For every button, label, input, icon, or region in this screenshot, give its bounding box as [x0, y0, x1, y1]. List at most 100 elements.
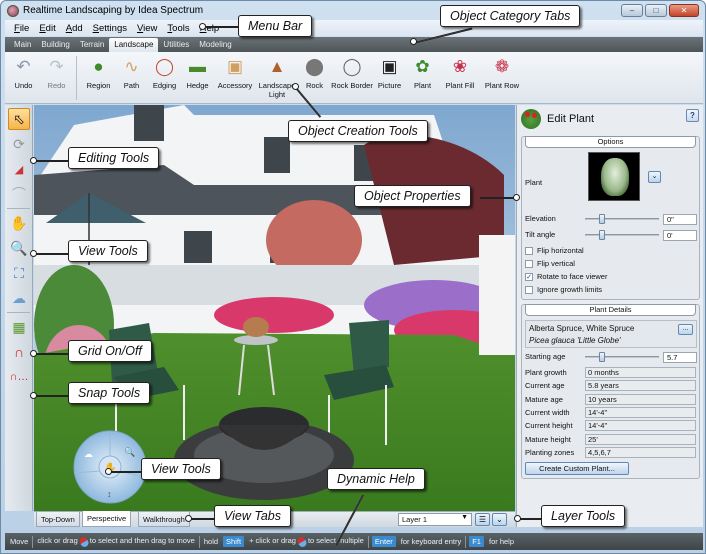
starting-age-input[interactable]: 5.7 — [663, 352, 697, 363]
callout-anchor — [105, 468, 112, 475]
layer-options-button[interactable]: ⌄ — [492, 513, 507, 526]
callout-object-creation-tools: Object Creation Tools — [288, 120, 428, 142]
tool-rock-border-button[interactable]: ◯ Rock Border — [331, 52, 373, 99]
tool-rock-button[interactable]: ⬤ Rock — [298, 52, 331, 99]
checkbox-box[interactable] — [525, 285, 533, 294]
close-button[interactable]: ✕ — [669, 4, 699, 17]
menu-view[interactable]: View — [132, 23, 162, 34]
redo-button[interactable]: ↷ Redo — [40, 52, 73, 90]
tab-main[interactable]: Main — [9, 38, 36, 52]
tool-hedge-button[interactable]: ▬ Hedge — [181, 52, 214, 99]
menu-tools[interactable]: Tools — [162, 23, 194, 34]
resize-tool-button[interactable]: ◢ — [8, 158, 30, 180]
tool-path-button[interactable]: ∿ Path — [115, 52, 148, 99]
status-mode: Move — [10, 537, 29, 546]
zoom-tool-button[interactable]: 🔍 — [8, 237, 30, 259]
pan-tool-button[interactable]: ✋ — [8, 212, 30, 234]
starting-age-slider[interactable] — [585, 352, 659, 362]
tab-modeling[interactable]: Modeling — [194, 38, 236, 52]
snap-toggle-button[interactable]: ∩ — [8, 341, 30, 363]
window-title: Realtime Landscaping by Idea Spectrum — [23, 5, 204, 16]
help-button[interactable]: ? — [686, 109, 699, 122]
undo-button[interactable]: ↶ Undo — [7, 52, 40, 90]
checkbox-ignore-growth-limits[interactable]: Ignore growth limits — [525, 285, 602, 294]
menu-edit[interactable]: Edit — [34, 23, 60, 34]
elevation-slider[interactable] — [585, 214, 659, 224]
callout-leader — [34, 160, 70, 162]
resize-icon: ◢ — [14, 163, 24, 176]
grid-toggle-button[interactable]: ▦ — [8, 316, 30, 338]
browse-plant-button[interactable]: ... — [678, 324, 693, 335]
tool-label: Hedge — [186, 81, 209, 90]
object-creation-toolbar: ↶ Undo ↷ Redo ● Region ∿ Path ◯ Edging ▬ Hedge ▣… — [5, 52, 703, 104]
elevation-input[interactable]: 0" — [663, 214, 697, 225]
layer-select[interactable]: Layer 1 ▼ — [398, 513, 472, 526]
zoom-extents-button[interactable]: ⛶ — [8, 262, 30, 284]
checkbox-rotate-to-face-viewer[interactable]: ✓ Rotate to face viewer — [525, 272, 607, 281]
tab-utilities[interactable]: Utilities — [158, 38, 194, 52]
snap-options-button[interactable]: ∩… — [8, 366, 30, 388]
grid-icon: ▦ — [12, 318, 26, 335]
menu-add[interactable]: Add — [61, 23, 88, 34]
checkbox-box[interactable]: ✓ — [525, 272, 533, 281]
redo-label: Redo — [47, 81, 66, 90]
navigation-wheel[interactable]: ✋ 🔍 ☁ ↕ — [73, 430, 147, 504]
tab-building[interactable]: Building — [36, 38, 74, 52]
tab-terrain[interactable]: Terrain — [75, 38, 109, 52]
status-enter-hint: for keyboard entry — [400, 537, 462, 546]
tool-edging-button[interactable]: ◯ Edging — [148, 52, 181, 99]
plant-thumbnail[interactable] — [588, 152, 640, 201]
tab-perspective[interactable]: Perspective — [82, 511, 132, 527]
tool-plant-fill-button[interactable]: ❀ Plant Fill — [439, 52, 481, 99]
orbit-tool-button[interactable]: ☁ — [8, 287, 30, 309]
callout-anchor — [30, 250, 37, 257]
maximize-button[interactable]: □ — [645, 4, 667, 17]
tab-top-down[interactable]: Top-Down — [36, 512, 80, 527]
layers-manager-button[interactable]: ☰ — [475, 513, 490, 526]
detail-value: 10 years — [585, 393, 696, 405]
detail-label: Current width — [525, 407, 570, 417]
arbor-trellis — [479, 235, 515, 355]
rotate-tool-button[interactable]: ⟳ — [8, 133, 30, 155]
menu-file[interactable]: File — [9, 23, 34, 34]
arc-tool-button[interactable]: ⌒ — [8, 183, 30, 205]
tool-landscape-light-button[interactable]: ▲ Landscape Light — [256, 52, 298, 99]
rotate-icon: ⟳ — [13, 135, 25, 152]
slider-thumb[interactable] — [598, 230, 605, 240]
tool-accessory-button[interactable]: ▣ Accessory — [214, 52, 256, 99]
minimize-button[interactable]: – — [621, 4, 643, 17]
menu-settings[interactable]: Settings — [88, 23, 132, 34]
tool-label: Plant Row — [484, 81, 520, 90]
checkbox-box[interactable] — [525, 246, 533, 255]
checkbox-box[interactable] — [525, 259, 533, 268]
checkbox-flip-horizontal[interactable]: Flip horizontal — [525, 246, 584, 255]
plant-select-button[interactable]: ⌄ — [648, 171, 661, 183]
tilt-angle-slider[interactable] — [585, 230, 659, 240]
checkbox-flip-vertical[interactable]: Flip vertical — [525, 259, 575, 268]
rock-icon: ⬤ — [304, 57, 325, 76]
tool-plant-button[interactable]: ✿ Plant — [406, 52, 439, 99]
tool-label: Edging — [152, 81, 177, 90]
detail-label: Mature height — [525, 434, 571, 444]
landscape-light-icon: ▲ — [268, 57, 286, 76]
callout-leader — [34, 353, 70, 355]
elevation-label: Elevation — [525, 214, 556, 223]
tool-label: Path — [123, 81, 140, 90]
callout-anchor — [30, 392, 37, 399]
tilt-angle-input[interactable]: 0' — [663, 230, 697, 241]
slider-thumb[interactable] — [598, 352, 605, 362]
create-custom-plant-button[interactable]: Create Custom Plant... — [525, 462, 629, 475]
tool-picture-button[interactable]: ▣ Picture — [373, 52, 406, 99]
toolbar-divider — [7, 312, 30, 313]
slider-thumb[interactable] — [598, 214, 605, 224]
tab-walkthrough[interactable]: Walkthrough — [138, 512, 190, 527]
toolbar-divider — [7, 208, 30, 209]
tool-region-button[interactable]: ● Region — [82, 52, 115, 99]
tab-landscape[interactable]: Landscape — [109, 38, 159, 52]
checkbox-label: Flip vertical — [537, 259, 575, 268]
tool-plant-row-button[interactable]: ❁ Plant Row — [481, 52, 523, 99]
tool-label: Region — [86, 81, 111, 90]
select-tool-button[interactable]: ⬁ — [8, 108, 30, 130]
checkbox-label: Ignore growth limits — [537, 285, 603, 294]
enter-key-badge: Enter — [371, 536, 396, 547]
